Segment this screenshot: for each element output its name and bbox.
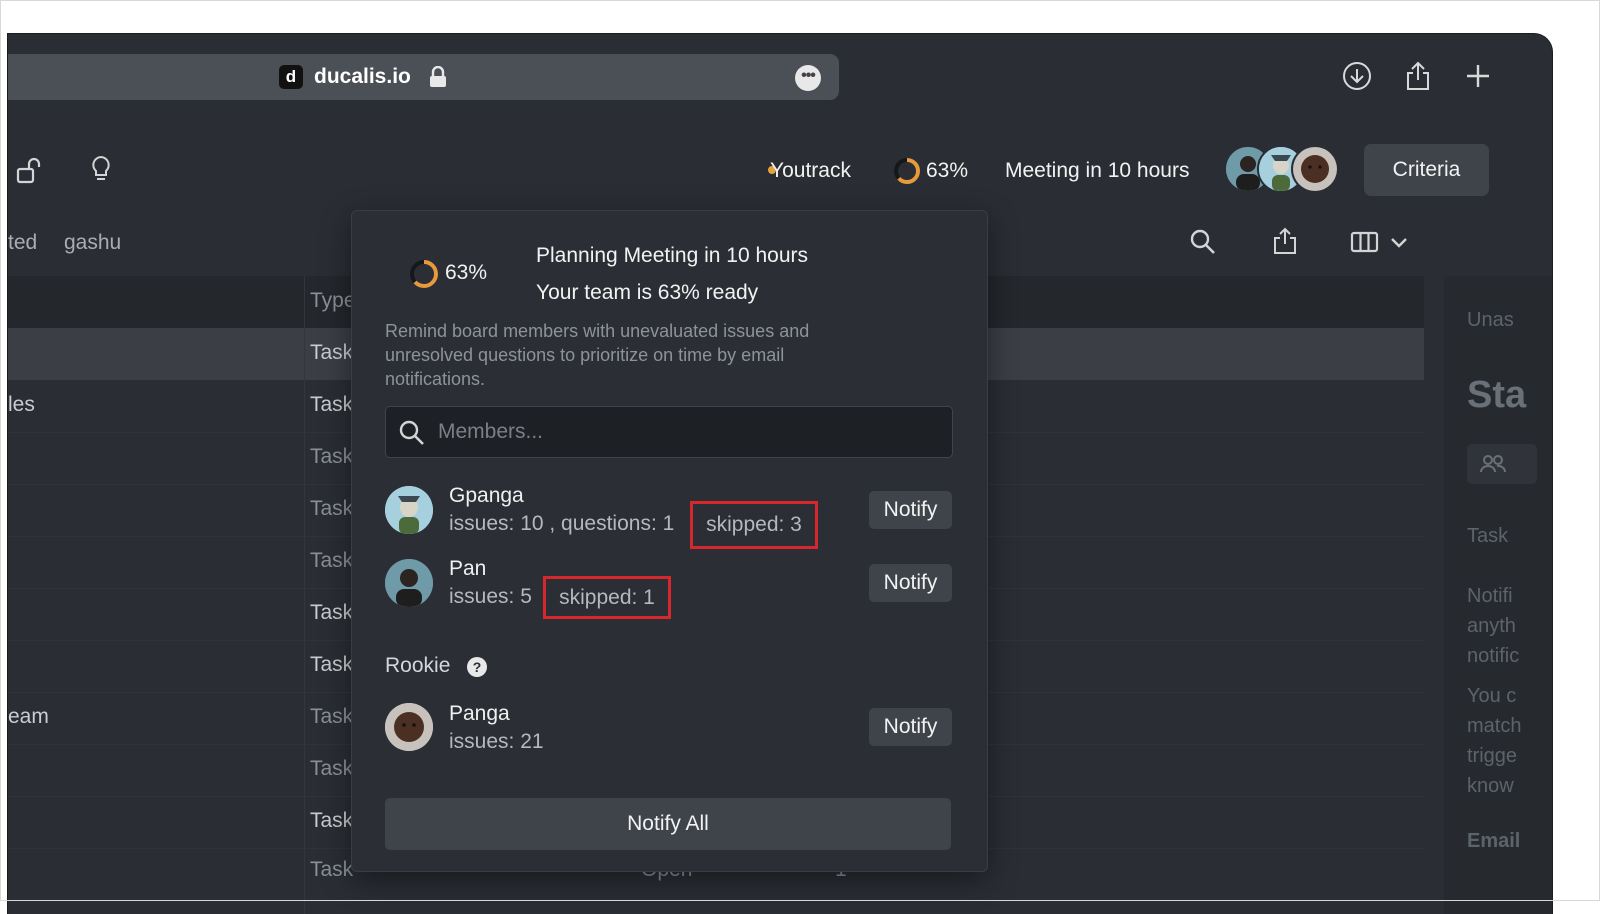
member-name: Gpanga [449,484,524,507]
type-cell[interactable]: Task [310,809,353,833]
type-cell[interactable]: Task [310,757,353,781]
type-cell[interactable]: Task [310,549,353,573]
export-icon[interactable] [1270,226,1300,256]
member-name: Panga [449,702,510,725]
member-stats: issues: 5 [449,585,532,608]
member-stats: issues: 21 [449,730,544,753]
share-icon[interactable] [1402,60,1434,92]
search-placeholder: Members... [438,420,544,443]
unlock-icon[interactable] [16,156,46,186]
avatar[interactable] [1291,145,1339,193]
type-cell[interactable]: Task [310,653,353,677]
help-icon[interactable]: ? [467,657,487,677]
notify-button[interactable]: Notify [869,564,952,602]
skipped-count: skipped: 3 [690,501,818,549]
type-cell[interactable]: Task [310,393,353,417]
notify-all-button[interactable]: Notify All [385,798,951,850]
panel-text: anyth [1467,615,1516,637]
panel-task-label: Task [1467,525,1509,547]
integration-name[interactable]: Youtrack [770,159,851,183]
type-cell[interactable]: Task [310,341,353,365]
panel-text: match [1467,715,1522,737]
columns-icon[interactable] [1350,227,1380,257]
download-icon[interactable] [1341,60,1373,92]
panel-text: trigge [1467,745,1518,767]
tab-user[interactable]: gashu [64,231,121,255]
readiness-ring-icon [894,158,920,184]
criteria-button[interactable]: Criteria [1364,144,1489,196]
meeting-readiness-popup: 63% Planning Meeting in 10 hours Your te… [351,210,988,872]
title-cell[interactable]: les [8,393,35,417]
panel-text: You c [1467,685,1517,707]
members-chip[interactable] [1467,444,1537,484]
lock-icon [430,66,446,87]
popup-subtitle: Your team is 63% ready [536,281,759,304]
type-cell[interactable]: Task [310,705,353,729]
lightbulb-icon[interactable] [86,154,116,184]
notify-button[interactable]: Notify [869,491,952,529]
panel-text: Notifi [1467,585,1513,607]
panel-heading: Sta [1467,374,1527,416]
type-cell[interactable]: Task [310,601,353,625]
panel-text: know [1467,775,1514,797]
popup-readiness-percent: 63% [445,261,488,284]
more-icon[interactable]: ••• [795,65,821,91]
browser-window: d ducalis.io ••• Youtrack 63% Meeting in… [8,34,1552,914]
assignee-label[interactable]: Unas [1467,309,1514,332]
members-search-input[interactable]: Members... [385,406,953,458]
search-icon [399,420,424,445]
member-avatar [385,703,433,751]
chevron-down-icon[interactable] [1388,227,1410,257]
readiness-ring-icon [410,260,438,288]
member-name: Pan [449,557,487,580]
type-column-header[interactable]: Type [310,289,356,313]
type-cell[interactable]: Task [310,497,353,521]
column-divider [304,276,305,914]
site-favicon: d [279,65,303,89]
panel-email-label: Email [1467,830,1521,852]
title-cell[interactable]: eam [8,705,49,729]
url-text: ducalis.io [314,65,411,88]
address-bar[interactable]: d ducalis.io ••• [8,54,839,100]
member-stats: issues: 10 , questions: 1 [449,512,675,535]
meeting-label[interactable]: Meeting in 10 hours [1005,159,1189,183]
panel-text: notific [1467,645,1520,667]
popup-description: Remind board members with unevaluated is… [385,321,810,389]
rookie-section-label: Rookie [385,654,451,677]
tab-partial[interactable]: ted [8,231,37,255]
type-cell[interactable]: Task [310,858,353,882]
member-avatar [385,486,433,534]
skipped-count: skipped: 1 [543,576,671,619]
member-avatar [385,559,433,607]
popup-title: Planning Meeting in 10 hours [536,244,809,267]
new-tab-icon[interactable] [1462,60,1494,92]
type-cell[interactable]: Task [310,445,353,469]
search-icon[interactable] [1188,227,1218,257]
readiness-percent[interactable]: 63% [926,159,968,183]
users-icon [1480,455,1507,473]
notify-button[interactable]: Notify [869,708,952,746]
